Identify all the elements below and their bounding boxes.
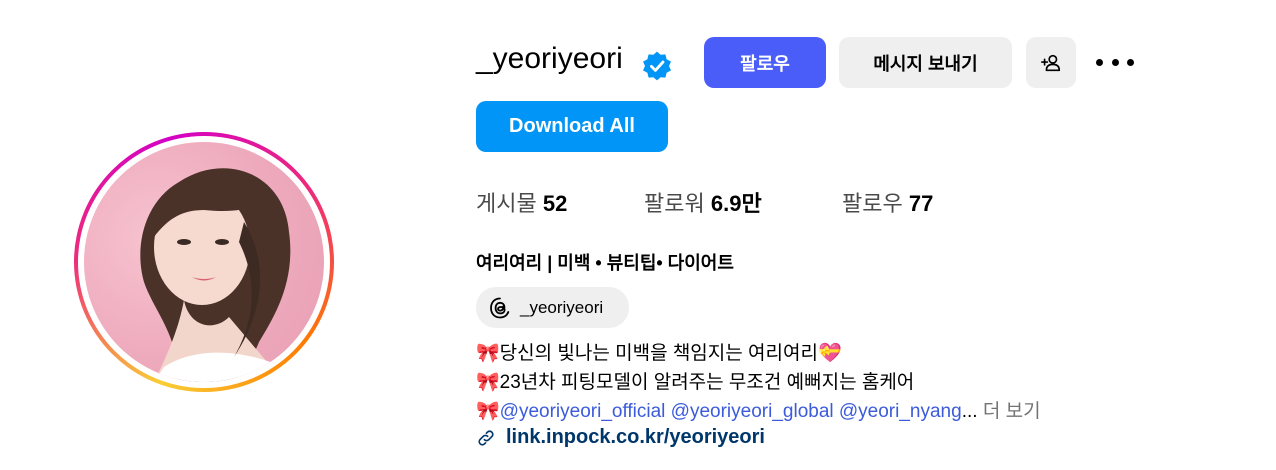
download-all-button[interactable]: Download All bbox=[476, 101, 668, 152]
profile-page: _yeoriyeori 팔로우 메시지 보내기 Download All 게시물… bbox=[0, 0, 1276, 470]
avatar[interactable] bbox=[84, 142, 324, 382]
link-url[interactable]: link.inpock.co.kr/yeoriyeori bbox=[506, 426, 765, 449]
threads-badge[interactable]: _yeoriyeori bbox=[476, 287, 629, 328]
posts-count: 게시물 52 bbox=[476, 186, 567, 218]
bio-line: 🎀23년차 피팅모델이 알려주는 무조건 예뻐지는 홈케어 bbox=[476, 372, 915, 393]
external-link[interactable]: link.inpock.co.kr/yeoriyeori bbox=[476, 426, 765, 449]
followers-label: 팔로워 bbox=[644, 191, 705, 216]
bio-line: 🎀@yeoriyeori_official @yeoriyeori_global… bbox=[476, 401, 1041, 422]
followers-value: 6.9만 bbox=[710, 191, 762, 216]
ribbon-emoji: 🎀 bbox=[476, 372, 500, 393]
posts-value: 52 bbox=[542, 191, 568, 216]
more-options-icon[interactable] bbox=[1096, 50, 1134, 74]
username: _yeoriyeori bbox=[476, 42, 623, 75]
following-count[interactable]: 팔로우 77 bbox=[842, 186, 933, 218]
follow-button[interactable]: 팔로우 bbox=[704, 37, 826, 88]
story-ring[interactable] bbox=[74, 132, 334, 392]
following-value: 77 bbox=[908, 191, 934, 216]
bio-line: 🎀당신의 빛나는 미백을 책임지는 여리여리💝 bbox=[476, 343, 842, 364]
more-link[interactable]: 더 보기 bbox=[983, 401, 1041, 422]
threads-icon bbox=[490, 297, 510, 318]
verified-badge-icon bbox=[643, 51, 671, 81]
bio-mentions[interactable]: @yeoriyeori_official @yeoriyeori_global … bbox=[500, 401, 962, 422]
add-user-icon bbox=[1041, 54, 1061, 71]
avatar-photo bbox=[140, 168, 294, 382]
ribbon-emoji: 🎀 bbox=[476, 343, 500, 364]
link-icon bbox=[478, 429, 494, 446]
posts-label: 게시물 bbox=[476, 191, 537, 216]
followers-count[interactable]: 팔로워 6.9만 bbox=[644, 186, 762, 218]
threads-handle: _yeoriyeori bbox=[520, 297, 604, 317]
message-button[interactable]: 메시지 보내기 bbox=[839, 37, 1012, 88]
ribbon-emoji: 🎀 bbox=[476, 401, 500, 422]
following-label: 팔로우 bbox=[842, 191, 903, 216]
heart-emoji: 💝 bbox=[817, 343, 842, 364]
add-user-button[interactable] bbox=[1026, 37, 1076, 88]
profile-name: 여리여리 | 미백 • 뷰티팁• 다이어트 bbox=[476, 253, 734, 273]
